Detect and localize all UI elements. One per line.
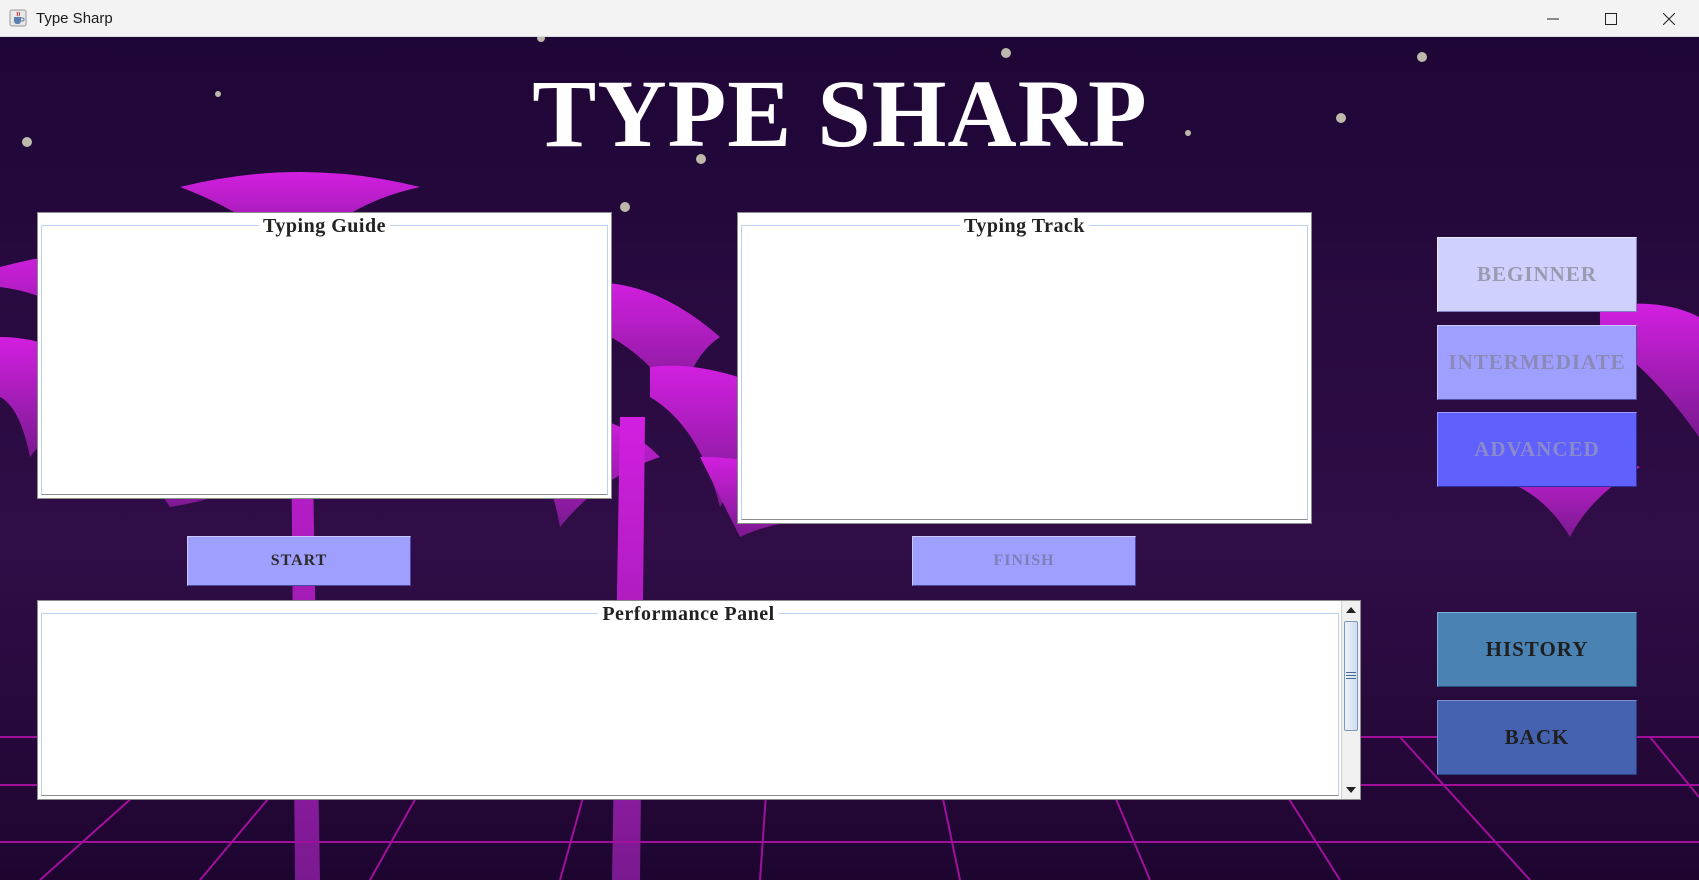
typing-guide-title: Typing Guide <box>259 215 390 237</box>
advanced-button[interactable]: ADVANCED <box>1437 412 1637 487</box>
performance-panel-title: Performance Panel <box>598 603 779 625</box>
back-button[interactable]: BACK <box>1437 700 1637 775</box>
window-title: Type Sharp <box>36 10 113 27</box>
minimize-icon <box>1547 18 1559 19</box>
beginner-button[interactable]: BEGINNER <box>1437 237 1637 312</box>
title-bar: Type Sharp <box>0 0 1699 37</box>
app-content: TYPE SHARP Typing Guide Typing Track STA… <box>0 37 1699 880</box>
close-button[interactable] <box>1640 0 1698 37</box>
typing-guide-panel: Typing Guide <box>37 212 612 499</box>
typing-guide-area <box>41 225 608 495</box>
grip-icon <box>1346 672 1356 679</box>
intermediate-button[interactable]: INTERMEDIATE <box>1437 325 1637 400</box>
history-button[interactable]: HISTORY <box>1437 612 1637 687</box>
performance-panel: Performance Panel <box>37 600 1361 800</box>
typing-track-area[interactable] <box>741 225 1308 520</box>
chevron-up-icon <box>1346 607 1356 613</box>
maximize-icon <box>1605 12 1617 25</box>
scroll-down-button[interactable] <box>1342 781 1360 799</box>
app-title: TYPE SHARP <box>532 60 1148 167</box>
maximize-button[interactable] <box>1582 0 1640 37</box>
typing-track-panel[interactable]: Typing Track <box>737 212 1312 524</box>
start-button[interactable]: START <box>187 536 411 586</box>
finish-button[interactable]: FINISH <box>912 536 1136 586</box>
java-cup-icon <box>9 9 27 27</box>
performance-scrollbar[interactable] <box>1341 601 1360 799</box>
chevron-down-icon <box>1346 787 1356 793</box>
typing-track-title: Typing Track <box>959 215 1090 237</box>
scroll-up-button[interactable] <box>1342 601 1360 619</box>
performance-area <box>41 613 1339 796</box>
close-icon <box>1663 12 1675 25</box>
minimize-button[interactable] <box>1524 0 1582 37</box>
scroll-thumb[interactable] <box>1344 621 1358 731</box>
